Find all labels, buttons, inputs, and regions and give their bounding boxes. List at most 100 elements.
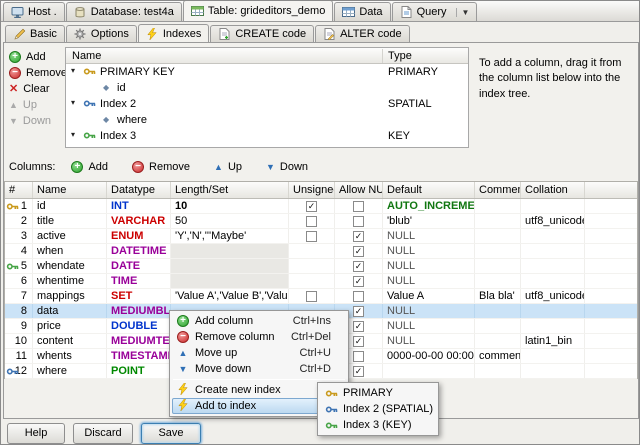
cell-comment[interactable] bbox=[475, 259, 521, 273]
cell-comment[interactable]: comment bbox=[475, 349, 521, 363]
cell-allow-null[interactable]: ✓ bbox=[335, 274, 383, 288]
cell-length-set[interactable] bbox=[171, 244, 289, 258]
cell-datatype[interactable]: MEDIUMTEXT bbox=[107, 334, 171, 348]
cell-name[interactable]: when bbox=[33, 244, 107, 258]
save-button[interactable]: Save bbox=[141, 423, 201, 444]
main-tab-table-grideditors-demo[interactable]: Table: grideditors_demo bbox=[183, 0, 333, 21]
grid-header-length-set[interactable]: Length/Set bbox=[171, 182, 289, 198]
expand-arrow-icon[interactable]: ▾ bbox=[71, 130, 75, 139]
unsigned-checkbox[interactable] bbox=[306, 231, 317, 242]
cell-default[interactable] bbox=[383, 364, 475, 378]
cell-name[interactable]: id bbox=[33, 199, 107, 213]
main-tab-data[interactable]: Data bbox=[334, 2, 390, 21]
cell-default[interactable]: Value A bbox=[383, 289, 475, 303]
cell-collation[interactable]: utf8_unicode_ci bbox=[521, 214, 585, 228]
allow-null-checkbox[interactable]: ✓ bbox=[353, 321, 364, 332]
columns-toolbar-add[interactable]: +Add bbox=[71, 161, 108, 173]
main-tab-host[interactable]: Host . bbox=[3, 2, 65, 21]
cell-default[interactable]: NULL bbox=[383, 304, 475, 318]
allow-null-checkbox[interactable] bbox=[353, 201, 364, 212]
cell-default[interactable]: 0000-00-00 00:00:00 bbox=[383, 349, 475, 363]
grid-row-id[interactable]: 1idINT10✓AUTO_INCREMENT bbox=[5, 199, 637, 214]
cell-collation[interactable] bbox=[521, 349, 585, 363]
allow-null-checkbox[interactable]: ✓ bbox=[353, 261, 364, 272]
index-tree-row[interactable]: ▾Index 3KEY bbox=[66, 128, 468, 144]
cell-datatype[interactable]: TIMESTAMP bbox=[107, 349, 171, 363]
cell-datatype[interactable]: INT bbox=[107, 199, 171, 213]
index-toolbar-add[interactable]: +Add bbox=[9, 49, 46, 64]
allow-null-checkbox[interactable]: ✓ bbox=[353, 231, 364, 242]
allow-null-checkbox[interactable] bbox=[353, 216, 364, 227]
cell-datatype[interactable]: TIME bbox=[107, 274, 171, 288]
cell-comment[interactable] bbox=[475, 214, 521, 228]
cell-collation[interactable] bbox=[521, 304, 585, 318]
cell-datatype[interactable]: DATETIME bbox=[107, 244, 171, 258]
grid-header-hash[interactable]: # bbox=[5, 182, 33, 198]
main-tab-query[interactable]: Query▼ bbox=[392, 2, 478, 21]
tab-dropdown-icon[interactable]: ▼ bbox=[456, 8, 470, 17]
grid-header-unsigned[interactable]: Unsigned bbox=[289, 182, 335, 198]
cell-name[interactable]: whentime bbox=[33, 274, 107, 288]
cell-collation[interactable]: utf8_unicode_ci bbox=[521, 289, 585, 303]
index-tree-row[interactable]: ▾Index 2SPATIAL bbox=[66, 96, 468, 112]
cell-length-set[interactable]: 50 bbox=[171, 214, 289, 228]
cell-default[interactable]: 'blub' bbox=[383, 214, 475, 228]
allow-null-checkbox[interactable]: ✓ bbox=[353, 366, 364, 377]
grid-header-name[interactable]: Name bbox=[33, 182, 107, 198]
cell-datatype[interactable]: SET bbox=[107, 289, 171, 303]
menu-item-add-column[interactable]: +Add columnCtrl+Ins bbox=[172, 313, 346, 329]
menu-item-move-down[interactable]: ▼Move downCtrl+D bbox=[172, 361, 346, 377]
allow-null-checkbox[interactable]: ✓ bbox=[353, 276, 364, 287]
cell-comment[interactable] bbox=[475, 334, 521, 348]
sub-tab-options[interactable]: Options bbox=[66, 25, 137, 42]
cell-datatype[interactable]: VARCHAR bbox=[107, 214, 171, 228]
cell-collation[interactable] bbox=[521, 229, 585, 243]
cell-default[interactable]: NULL bbox=[383, 259, 475, 273]
cell-comment[interactable] bbox=[475, 274, 521, 288]
allow-null-checkbox[interactable] bbox=[353, 351, 364, 362]
grid-header-default[interactable]: Default bbox=[383, 182, 475, 198]
cell-datatype[interactable]: ENUM bbox=[107, 229, 171, 243]
expand-arrow-icon[interactable]: ▾ bbox=[71, 66, 75, 75]
cell-collation[interactable] bbox=[521, 259, 585, 273]
cell-unsigned[interactable] bbox=[289, 229, 335, 243]
index-toolbar-clear[interactable]: ✕Clear bbox=[9, 81, 50, 96]
submenu-item-index-2-spatial[interactable]: Index 2 (SPATIAL) bbox=[320, 401, 436, 417]
index-toolbar-remove[interactable]: −Remove bbox=[9, 65, 67, 80]
cell-name[interactable]: price bbox=[33, 319, 107, 333]
cell-datatype[interactable]: POINT bbox=[107, 364, 171, 378]
allow-null-checkbox[interactable] bbox=[353, 291, 364, 302]
cell-allow-null[interactable] bbox=[335, 214, 383, 228]
cell-collation[interactable] bbox=[521, 274, 585, 288]
cell-comment[interactable] bbox=[475, 199, 521, 213]
cell-comment[interactable] bbox=[475, 304, 521, 318]
sub-tab-basic[interactable]: Basic bbox=[5, 25, 65, 42]
sub-tab-indexes[interactable]: Indexes bbox=[138, 24, 210, 42]
menu-item-remove-column[interactable]: −Remove columnCtrl+Del bbox=[172, 329, 346, 345]
index-tree-row[interactable]: ▾PRIMARY KEYPRIMARY bbox=[66, 64, 468, 80]
cell-default[interactable]: NULL bbox=[383, 274, 475, 288]
grid-row-mappings[interactable]: 7mappingsSET'Value A','Value B','Value C… bbox=[5, 289, 637, 304]
allow-null-checkbox[interactable]: ✓ bbox=[353, 246, 364, 257]
index-tree-row[interactable]: ◆where bbox=[66, 112, 468, 128]
grid-row-title[interactable]: 2titleVARCHAR50'blub'utf8_unicode_ci bbox=[5, 214, 637, 229]
cell-allow-null[interactable]: ✓ bbox=[335, 259, 383, 273]
cell-length-set[interactable]: 'Y','N','''Maybe' bbox=[171, 229, 289, 243]
cell-default[interactable]: AUTO_INCREMENT bbox=[383, 199, 475, 213]
cell-name[interactable]: content bbox=[33, 334, 107, 348]
cell-name[interactable]: mappings bbox=[33, 289, 107, 303]
cell-collation[interactable] bbox=[521, 319, 585, 333]
cell-default[interactable]: NULL bbox=[383, 334, 475, 348]
cell-allow-null[interactable]: ✓ bbox=[335, 229, 383, 243]
help-button[interactable]: Help bbox=[7, 423, 65, 444]
grid-row-active[interactable]: 3activeENUM'Y','N','''Maybe'✓NULL bbox=[5, 229, 637, 244]
cell-collation[interactable] bbox=[521, 199, 585, 213]
sub-tab-alter-code[interactable]: ALTER code bbox=[315, 25, 410, 42]
grid-header-datatype[interactable]: Datatype bbox=[107, 182, 171, 198]
cell-default[interactable]: NULL bbox=[383, 319, 475, 333]
cell-datatype[interactable]: DATE bbox=[107, 259, 171, 273]
columns-toolbar-down[interactable]: ▼Down bbox=[266, 161, 308, 173]
cell-length-set[interactable] bbox=[171, 259, 289, 273]
cell-allow-null[interactable] bbox=[335, 289, 383, 303]
discard-button[interactable]: Discard bbox=[73, 423, 133, 444]
